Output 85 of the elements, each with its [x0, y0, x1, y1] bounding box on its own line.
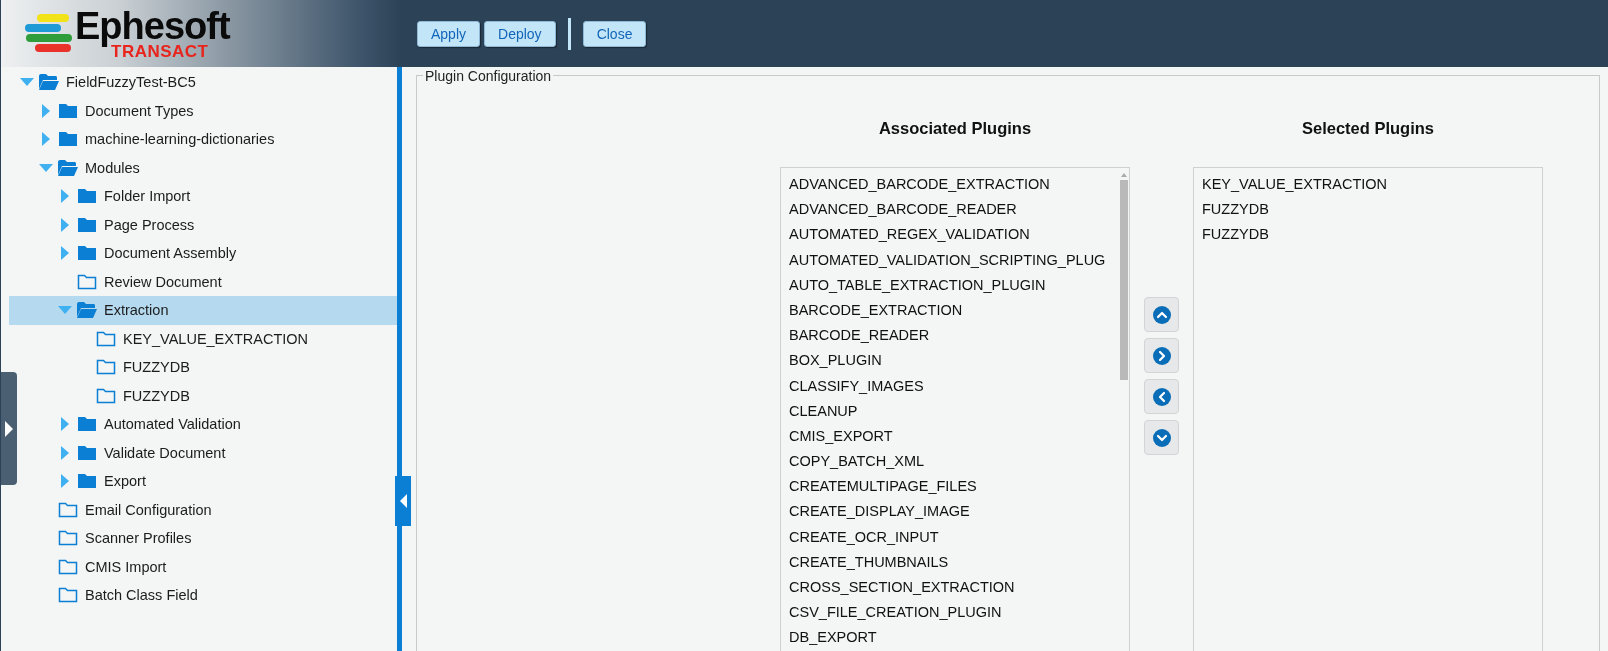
- logo-icon: [23, 12, 73, 55]
- tree-item[interactable]: Batch Class Field: [9, 581, 397, 610]
- list-item[interactable]: AUTOMATED_REGEX_VALIDATION: [789, 222, 1119, 248]
- column-heading: Associated Plugins: [877, 119, 1033, 139]
- tree-item[interactable]: FUZZYDB: [9, 381, 397, 410]
- tree-item[interactable]: KEY_VALUE_EXTRACTION: [9, 324, 397, 353]
- move-right-icon: [1151, 345, 1172, 366]
- list-item[interactable]: DB_EXPORT: [789, 625, 1119, 651]
- move-button[interactable]: [1144, 420, 1179, 455]
- tree-item[interactable]: Export: [9, 467, 397, 496]
- empty-folder-icon: [57, 586, 79, 605]
- list-item[interactable]: BOX_PLUGIN: [789, 348, 1119, 374]
- folder-icon: [76, 187, 98, 206]
- tree-item[interactable]: Email Configuration: [9, 495, 397, 524]
- empty-folder-icon: [57, 557, 79, 576]
- open-folder-icon: [76, 301, 98, 320]
- list-item[interactable]: KEY_VALUE_EXTRACTION: [1202, 172, 1542, 198]
- tree-item[interactable]: machine-learning-dictionaries: [9, 125, 397, 154]
- panel-legend: Plugin Configuration: [423, 68, 554, 84]
- list-item[interactable]: BARCODE_EXTRACTION: [789, 297, 1119, 324]
- list-item[interactable]: CREATE_OCR_INPUT: [789, 524, 1119, 550]
- move-button[interactable]: [1144, 338, 1179, 373]
- logo-name: Ephesoft: [75, 7, 230, 45]
- folder-icon: [76, 472, 98, 491]
- expand-tab[interactable]: [1, 372, 17, 485]
- tree-item[interactable]: Modules: [9, 153, 397, 182]
- folder-icon: [76, 443, 98, 462]
- move-up-icon: [1151, 304, 1172, 325]
- move-left-icon: [1151, 386, 1172, 407]
- folder-icon: [57, 130, 79, 149]
- list-item[interactable]: AUTO_TABLE_EXTRACTION_PLUGIN: [789, 272, 1119, 298]
- empty-folder-icon: [57, 529, 79, 548]
- list-item[interactable]: FUZZYDB: [1202, 197, 1542, 223]
- tree-item[interactable]: Validate Document: [9, 438, 397, 467]
- move-button[interactable]: [1144, 379, 1179, 414]
- empty-folder-icon: [57, 500, 79, 519]
- selected-plugins-list[interactable]: KEY_VALUE_EXTRACTION FUZZYDB FUZZYDB: [1193, 167, 1543, 651]
- open-folder-icon: [57, 158, 79, 177]
- tree-item[interactable]: Review Document: [9, 267, 397, 296]
- list-item[interactable]: CLEANUP: [789, 398, 1119, 424]
- right-triangle-icon: [4, 419, 14, 438]
- open-folder-icon: [38, 73, 60, 92]
- list-item[interactable]: CREATE_DISPLAY_IMAGE: [789, 499, 1119, 525]
- list-item[interactable]: CLASSIFY_IMAGES: [789, 373, 1119, 399]
- tree-item[interactable]: Automated Validation: [9, 410, 397, 439]
- tree-item[interactable]: Document Assembly: [9, 239, 397, 268]
- empty-folder-icon: [76, 272, 98, 291]
- logo-tagline: TRANSACT: [111, 43, 209, 60]
- list-item[interactable]: ADVANCED_BARCODE_EXTRACTION: [789, 172, 1119, 198]
- list-item[interactable]: CMIS_EXPORT: [789, 423, 1119, 450]
- tree-item[interactable]: Scanner Profiles: [9, 524, 397, 553]
- toolbar-button[interactable]: Apply: [417, 20, 481, 47]
- tree-item[interactable]: Page Process: [9, 210, 397, 239]
- tree-item[interactable]: CMIS Import: [9, 552, 397, 581]
- list-item[interactable]: ADVANCED_BARCODE_READER: [789, 197, 1119, 223]
- list-item[interactable]: FUZZYDB: [1202, 222, 1542, 248]
- associated-plugins-list[interactable]: [780, 167, 1130, 651]
- empty-folder-icon: [95, 386, 117, 405]
- tree-item[interactable]: Extraction: [9, 296, 397, 325]
- tree-item[interactable]: Document Types: [9, 96, 397, 125]
- folder-icon: [57, 101, 79, 120]
- list-item[interactable]: AUTOMATED_VALIDATION_SCRIPTING_PLUG: [789, 247, 1119, 273]
- list-item[interactable]: CREATEMULTIPAGE_FILES: [789, 474, 1119, 500]
- list-item[interactable]: COPY_BATCH_XML: [789, 449, 1119, 475]
- list-item[interactable]: BARCODE_READER: [789, 323, 1119, 349]
- folder-icon: [76, 215, 98, 234]
- folder-icon: [76, 415, 98, 434]
- left-triangle-icon: [398, 493, 408, 509]
- toolbar-button[interactable]: Deploy: [484, 20, 556, 47]
- list-item[interactable]: CSV_FILE_CREATION_PLUGIN: [789, 600, 1119, 626]
- move-button[interactable]: [1144, 297, 1179, 332]
- empty-folder-icon: [95, 329, 117, 348]
- tree-item[interactable]: FUZZYDB: [9, 353, 397, 382]
- list-item[interactable]: CREATE_THUMBNAILS: [789, 549, 1119, 575]
- collapse-tab[interactable]: [395, 476, 411, 526]
- column-heading: Selected Plugins: [1300, 119, 1435, 139]
- tree-item[interactable]: FieldFuzzyTest-BC5: [9, 68, 397, 97]
- scrollbar-thumb[interactable]: [1120, 180, 1128, 380]
- folder-icon: [76, 244, 98, 263]
- toolbar-button[interactable]: Close: [582, 20, 647, 47]
- list-item[interactable]: CROSS_SECTION_EXTRACTION: [789, 575, 1119, 601]
- empty-folder-icon: [95, 358, 117, 377]
- move-down-icon: [1151, 427, 1172, 448]
- scroll-up-icon[interactable]: [1121, 172, 1127, 177]
- tree-item[interactable]: Folder Import: [9, 182, 397, 211]
